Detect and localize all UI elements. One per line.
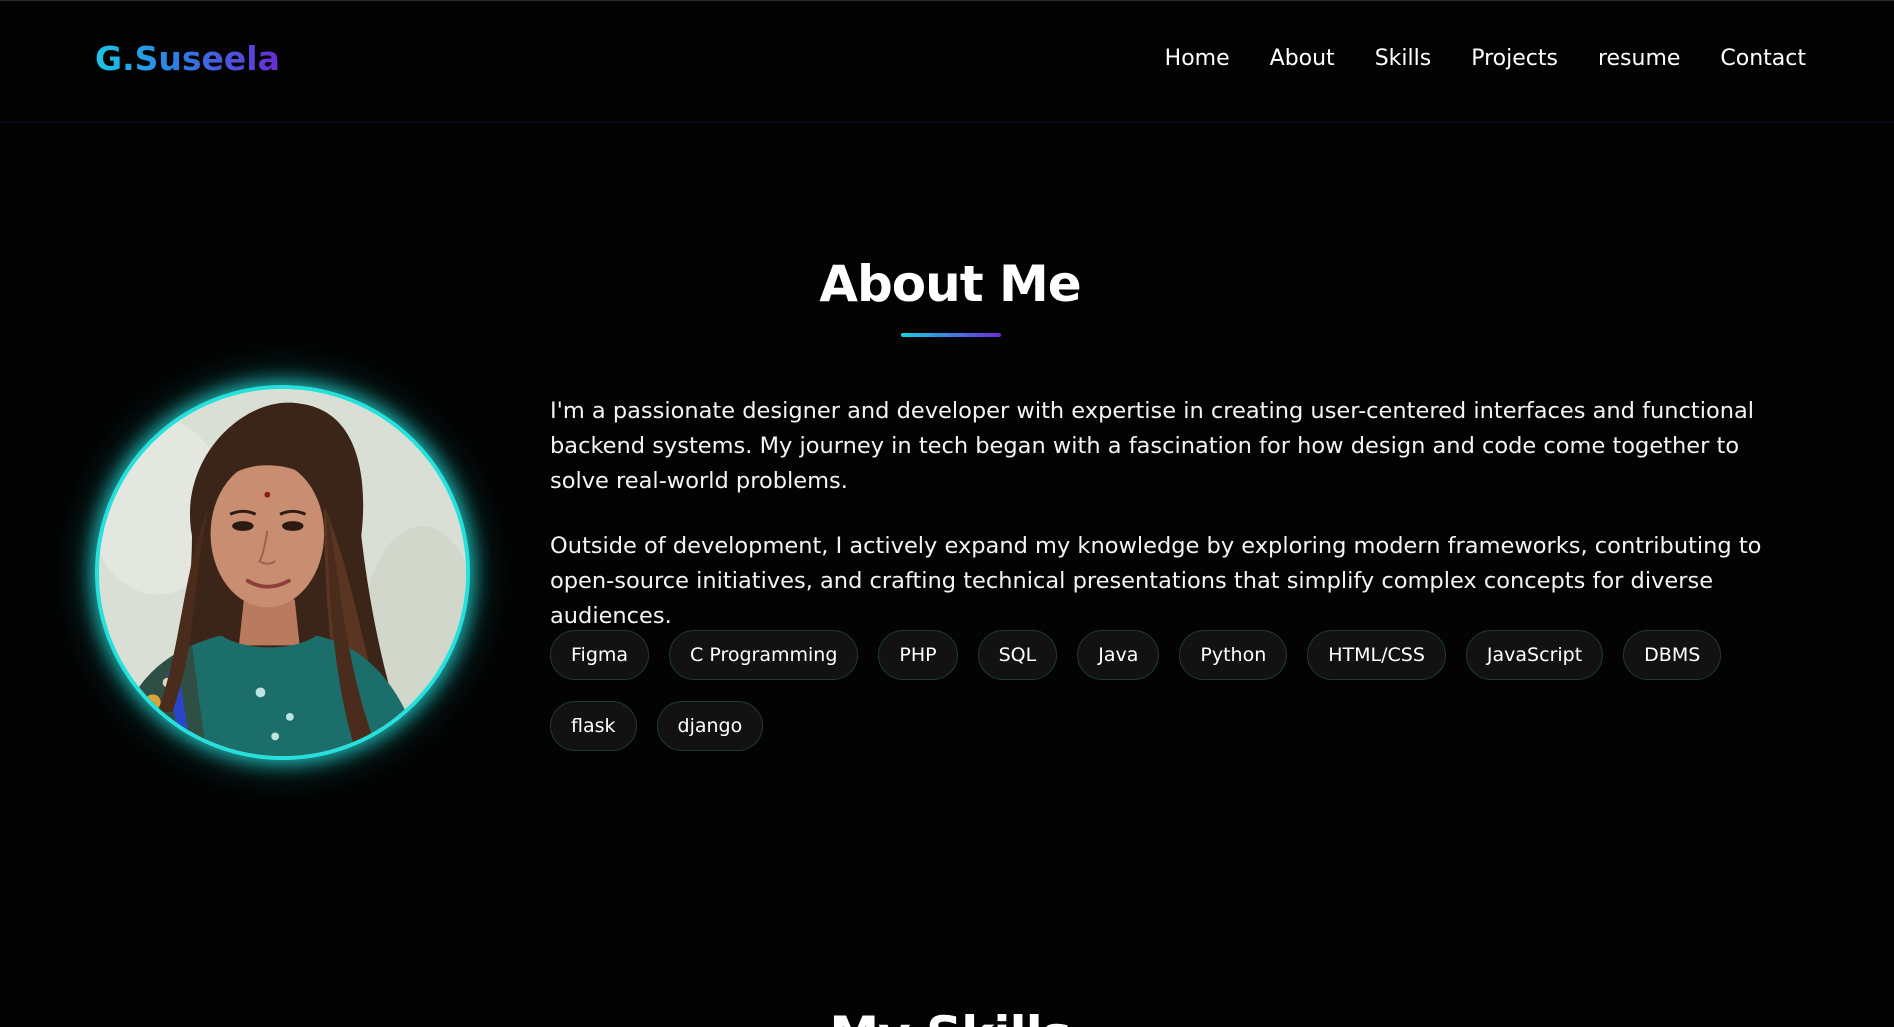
nav-menu: Home About Skills Projects resume Contac… [1165,46,1806,72]
about-title: About Me [819,255,1081,313]
nav-skills-link[interactable]: Skills [1375,46,1432,72]
nav-resume-link[interactable]: resume [1598,46,1680,72]
nav-contact-link[interactable]: Contact [1720,46,1806,72]
page: G.Suseela Home About Skills Projects res… [0,0,1894,1027]
skill-chip-dbms[interactable]: DBMS [1623,630,1722,680]
profile-photo-illustration [99,389,466,756]
about-paragraph-1: I'm a passionate designer and developer … [550,398,1755,494]
navbar: G.Suseela Home About Skills Projects res… [0,1,1894,123]
brand-logo[interactable]: G.Suseela [95,39,280,78]
skill-chip-python[interactable]: Python [1179,630,1288,680]
nav-home-link[interactable]: Home [1165,46,1230,72]
skill-chip-javascript[interactable]: JavaScript [1465,630,1604,680]
nav-projects-link[interactable]: Projects [1471,46,1558,72]
title-underline [901,333,1001,337]
skill-chip-java[interactable]: Java [1077,630,1160,680]
nav-about-link[interactable]: About [1270,46,1335,72]
about-paragraph-2: Outside of development, I actively expan… [550,533,1762,629]
skill-chip-django[interactable]: django [656,701,764,751]
skills-section-title: My Skills [0,1005,1894,1027]
profile-photo [95,385,470,760]
skill-chip-flask[interactable]: flask [550,701,637,751]
skill-tags: Figma C Programming PHP SQL Java Python … [550,630,1810,751]
skill-chip-c-programming[interactable]: C Programming [669,630,859,680]
skill-chip-figma[interactable]: Figma [550,630,650,680]
skill-chip-sql[interactable]: SQL [977,630,1058,680]
skill-chip-php[interactable]: PHP [878,630,958,680]
skill-chip-html-css[interactable]: HTML/CSS [1307,630,1446,680]
